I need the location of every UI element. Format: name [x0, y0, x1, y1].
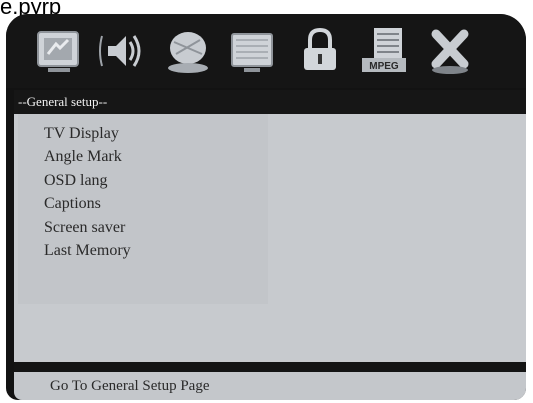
status-bar: Go To General Setup Page	[14, 372, 526, 400]
menu-item-last-memory[interactable]: Last Memory	[44, 239, 131, 262]
status-separator	[14, 362, 526, 372]
menu-item-angle-mark[interactable]: Angle Mark	[44, 145, 131, 168]
menu-item-osd-lang[interactable]: OSD lang	[44, 169, 131, 192]
exit-icon[interactable]	[424, 24, 476, 78]
menu-item-tv-display[interactable]: TV Display	[44, 122, 131, 145]
video-setup-icon[interactable]	[226, 24, 278, 78]
general-setup-icon[interactable]	[34, 24, 86, 78]
audio-setup-icon[interactable]	[98, 24, 150, 78]
content-panel: TV Display Angle Mark OSD lang Captions …	[14, 114, 526, 362]
menu-panel: TV Display Angle Mark OSD lang Captions …	[18, 114, 268, 304]
menu-list: TV Display Angle Mark OSD lang Captions …	[44, 122, 131, 262]
section-header: --General setup--	[14, 90, 526, 114]
status-text: Go To General Setup Page	[50, 378, 210, 394]
setup-menu-window: MPEG --General setup-- TV Display Angle …	[6, 14, 526, 400]
menu-item-screen-saver[interactable]: Screen saver	[44, 216, 131, 239]
mpeg-label: MPEG	[369, 61, 399, 72]
dolby-setup-icon[interactable]	[162, 24, 214, 78]
menu-item-captions[interactable]: Captions	[44, 192, 131, 215]
lock-icon[interactable]	[294, 24, 346, 78]
mpeg-setup-icon[interactable]: MPEG	[358, 24, 410, 78]
setup-icon-bar: MPEG	[6, 14, 526, 88]
